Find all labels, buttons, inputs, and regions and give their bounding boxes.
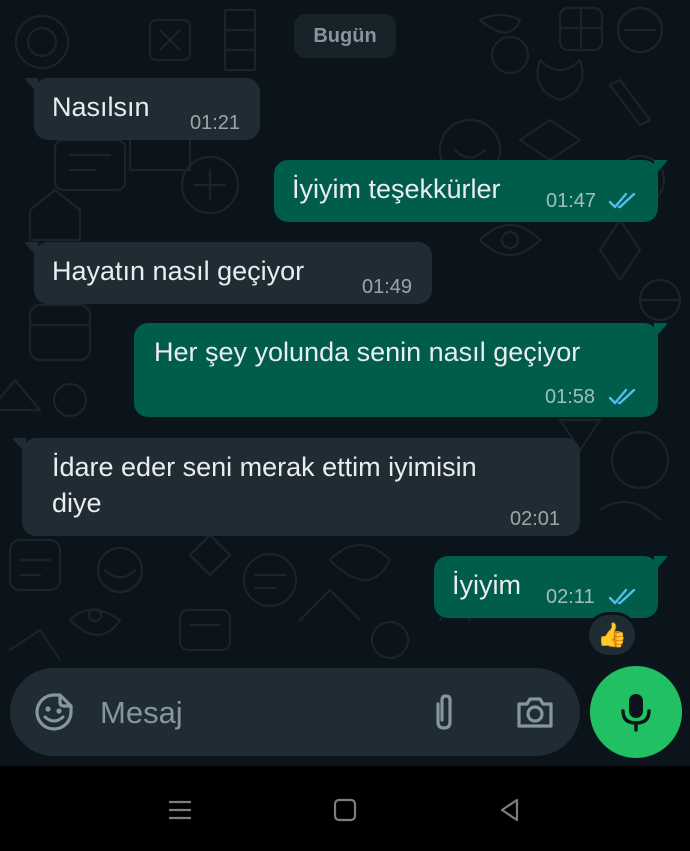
outgoing-message[interactable]: Her şey yolunda senin nasıl geçiyor 01:5… xyxy=(134,323,668,417)
message-time: 01:58 xyxy=(545,386,596,408)
message-text: İyiyim xyxy=(452,570,521,600)
system-navigation-bar xyxy=(0,766,690,851)
message-text-line-1: İdare eder seni merak ettim iyimisin xyxy=(52,452,477,482)
microphone-icon xyxy=(621,694,651,732)
thumbs-up-reaction[interactable]: 👍 xyxy=(586,612,638,658)
message-text: Her şey yolunda senin nasıl geçiyor xyxy=(154,337,581,367)
read-receipt-icon xyxy=(608,388,636,405)
incoming-message[interactable]: Hayatın nasıl geçiyor 01:49 xyxy=(24,242,432,304)
bubble-tail xyxy=(24,78,38,94)
message-text: Nasılsın xyxy=(52,92,150,122)
outgoing-message[interactable]: İyiyim 02:11 xyxy=(434,556,668,618)
voice-record-button[interactable] xyxy=(590,666,682,758)
sticker-icon[interactable] xyxy=(32,690,76,734)
message-time: 01:47 xyxy=(546,190,597,212)
incoming-message[interactable]: İdare eder seni merak ettim iyimisin diy… xyxy=(12,438,580,536)
back-icon[interactable] xyxy=(488,788,532,832)
read-receipt-icon xyxy=(608,588,636,605)
chat-area: Bugün Nasılsın 01:21 İyiyim teşekkürler … xyxy=(0,0,690,766)
bubble-tail xyxy=(654,323,668,339)
menu-icon[interactable] xyxy=(158,788,202,832)
camera-icon[interactable] xyxy=(512,690,558,734)
incoming-message[interactable]: Nasılsın 01:21 xyxy=(24,78,260,140)
message-time: 02:11 xyxy=(546,586,595,608)
date-separator: Bugün xyxy=(294,14,396,58)
bubble-tail xyxy=(654,160,668,176)
bubble-tail xyxy=(654,556,668,572)
message-text: Hayatın nasıl geçiyor xyxy=(52,256,305,286)
message-composer xyxy=(10,668,580,756)
message-text: İyiyim teşekkürler xyxy=(292,174,501,204)
attach-icon[interactable] xyxy=(422,690,466,734)
message-input[interactable] xyxy=(98,686,402,740)
outgoing-message[interactable]: İyiyim teşekkürler 01:47 xyxy=(274,160,668,222)
message-text-line-2: diye xyxy=(52,488,102,518)
bubble-tail xyxy=(12,438,26,454)
read-receipt-icon xyxy=(608,192,636,209)
message-time: 01:21 xyxy=(190,112,241,134)
home-icon[interactable] xyxy=(323,788,367,832)
bubble-tail xyxy=(24,242,38,258)
thumbs-up-icon: 👍 xyxy=(597,621,627,649)
message-time: 02:01 xyxy=(510,508,561,530)
message-time: 01:49 xyxy=(362,276,413,298)
